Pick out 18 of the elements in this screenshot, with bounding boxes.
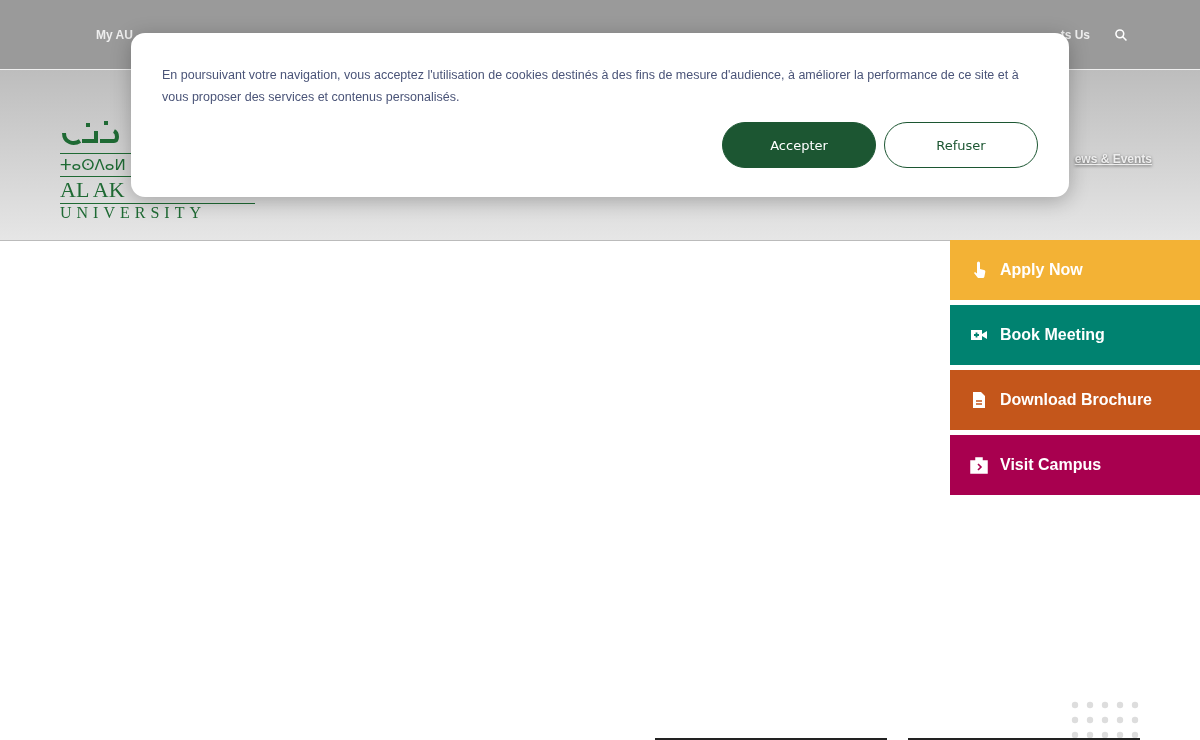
refuse-button[interactable]: Refuser [884,122,1038,168]
top-nav-link[interactable]: My AU [96,27,133,42]
quick-link-label: Download Brochure [1000,391,1152,409]
logo-subtitle: UNIVERSITY [60,203,255,222]
document-icon [970,391,988,409]
quick-link[interactable]: Download Brochure [950,370,1200,430]
quick-link[interactable]: Book Meeting [950,305,1200,365]
main-nav-link[interactable]: ews & Events [1074,152,1152,166]
dot-pattern-drawing [1071,700,1141,740]
quick-link-label: Apply Now [1000,261,1083,279]
logo-name: AL AK [60,179,126,201]
quick-link-label: Book Meeting [1000,326,1105,344]
briefcase-icon [970,456,988,474]
quick-link[interactable]: Visit Campus [950,435,1200,495]
accept-button[interactable]: Accepter [722,122,876,168]
search-icon[interactable] [1114,27,1128,42]
quick-link-label: Visit Campus [1000,456,1102,474]
cookie-message: En poursuivant votre navigation, vous acceptez l'utilisation de cookies destinés à des fins de mesure d'audience, à améliorer la performance de ce site et à vous proposer des services et contenus personalisés. [162,67,1020,106]
